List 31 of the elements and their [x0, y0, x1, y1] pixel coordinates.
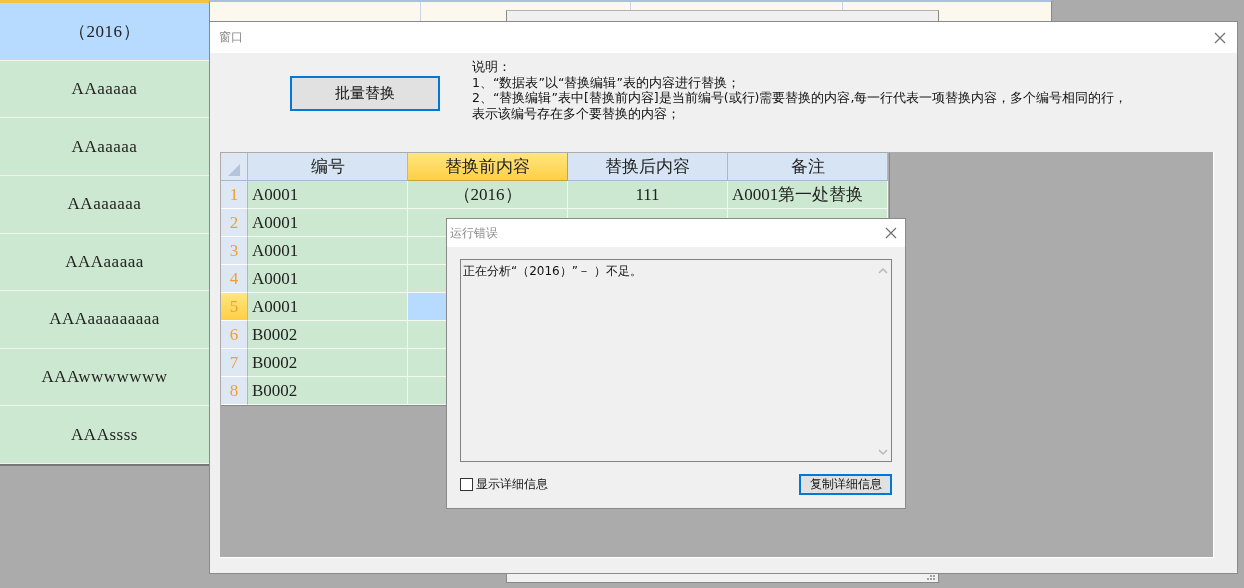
- select-all-icon: [228, 164, 240, 176]
- table-cell: B0002: [248, 321, 408, 349]
- table-cell: A0001: [248, 209, 408, 237]
- description-text: 表示该编号存在多个要替换的内容；: [472, 105, 681, 121]
- table-cell: （2016）: [408, 181, 568, 209]
- column-header[interactable]: 替换后内容: [568, 153, 728, 181]
- description-text: 1、“数据表”以“替换编辑”表的内容进行替换；: [472, 74, 741, 90]
- table-cell: B0002: [248, 377, 408, 405]
- replace-button[interactable]: 批量替换: [290, 76, 440, 111]
- checkbox-label: 显示详细信息: [476, 476, 548, 493]
- corner-cell[interactable]: [221, 153, 248, 181]
- table-cell: A0001: [248, 293, 408, 321]
- table-cell: 111: [568, 181, 728, 209]
- copy-details-button[interactable]: 复制详细信息: [799, 474, 892, 495]
- column-header[interactable]: 替换前内容: [408, 153, 568, 181]
- list-item[interactable]: （2016）: [0, 3, 209, 61]
- table-cell: A0001第一处替换: [728, 181, 888, 209]
- description-text: 说明：: [472, 59, 512, 75]
- table-cell: B0002: [248, 349, 408, 377]
- dialog-title: 运行错误: [450, 224, 498, 242]
- close-icon[interactable]: [1214, 31, 1226, 44]
- table-cell: A0001: [248, 181, 408, 209]
- table-cell: A0001: [248, 265, 408, 293]
- description-text: 2、“替换编辑”表中[替换前内容]是当前编号(或行)需要替换的内容,每一行代表一项替换内容，多个编号相同的行，: [472, 90, 1128, 106]
- table-cell: A0001: [248, 237, 408, 265]
- close-icon[interactable]: [885, 227, 897, 239]
- window-title: 窗口: [219, 29, 243, 46]
- error-message: 正在分析“（2016）”－ ）不足。: [462, 263, 643, 280]
- checkbox[interactable]: [460, 478, 473, 491]
- column-header[interactable]: 编号: [248, 153, 408, 181]
- column-header[interactable]: 备注: [728, 153, 888, 181]
